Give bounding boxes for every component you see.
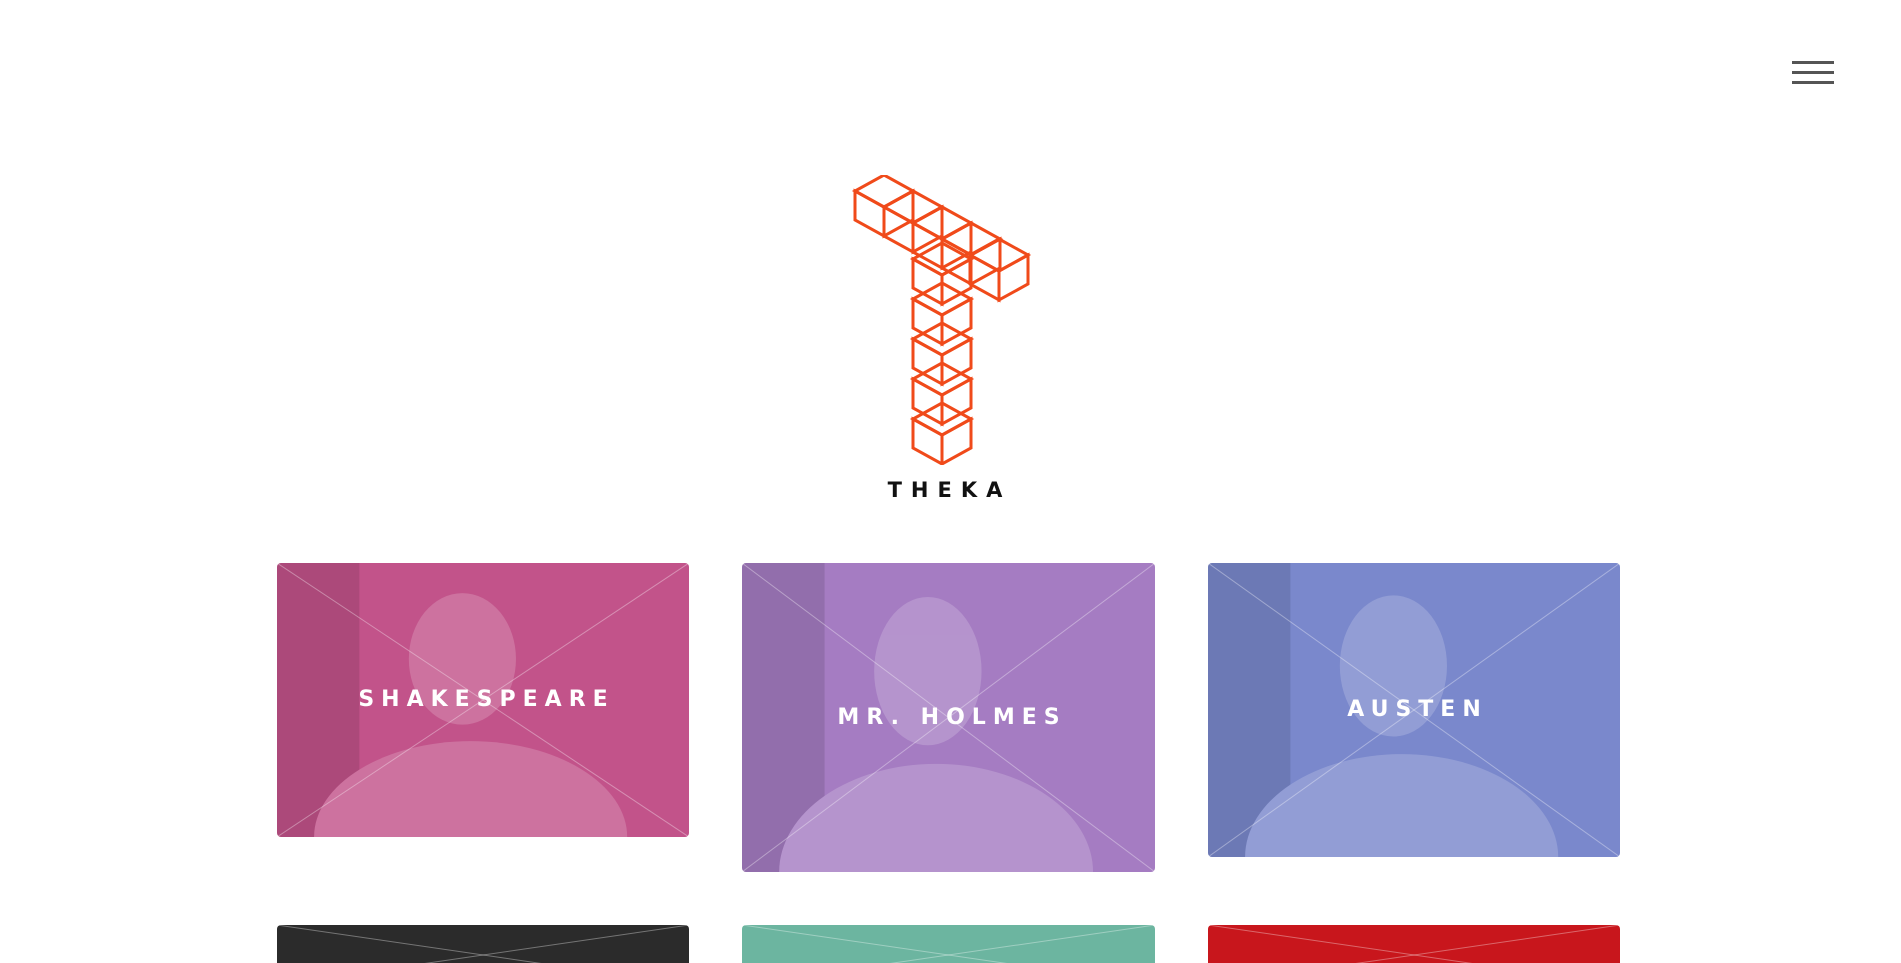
portrait-image	[277, 925, 689, 963]
hamburger-menu-icon[interactable]	[1790, 55, 1836, 91]
page: THEKA SHAKESPEARE MR. HOLMES AUSTEN	[0, 0, 1901, 963]
logo-graphic	[851, 173, 1032, 467]
card-label: SHAKESPEARE	[358, 687, 615, 712]
card-austen[interactable]: AUSTEN	[1208, 563, 1620, 857]
card-row2-red[interactable]	[1208, 925, 1620, 963]
card-background	[1208, 925, 1620, 963]
card-background	[742, 925, 1155, 963]
portrait-image	[742, 925, 1155, 963]
card-background	[277, 925, 689, 963]
menu-bar-bottom	[1792, 81, 1834, 84]
menu-bar-top	[1792, 61, 1834, 64]
card-label: AUSTEN	[1347, 697, 1488, 722]
card-shakespeare[interactable]: SHAKESPEARE	[277, 563, 689, 837]
card-label: MR. HOLMES	[837, 704, 1067, 730]
portrait-image	[1208, 925, 1620, 963]
card-row2-teal[interactable]	[742, 925, 1155, 963]
card-holmes[interactable]: MR. HOLMES	[742, 563, 1155, 872]
isometric-cubes-logo-icon[interactable]	[845, 173, 1045, 467]
menu-bar-middle	[1792, 71, 1834, 74]
brand-name[interactable]: THEKA	[800, 478, 1090, 502]
card-row2-dark[interactable]	[277, 925, 689, 963]
